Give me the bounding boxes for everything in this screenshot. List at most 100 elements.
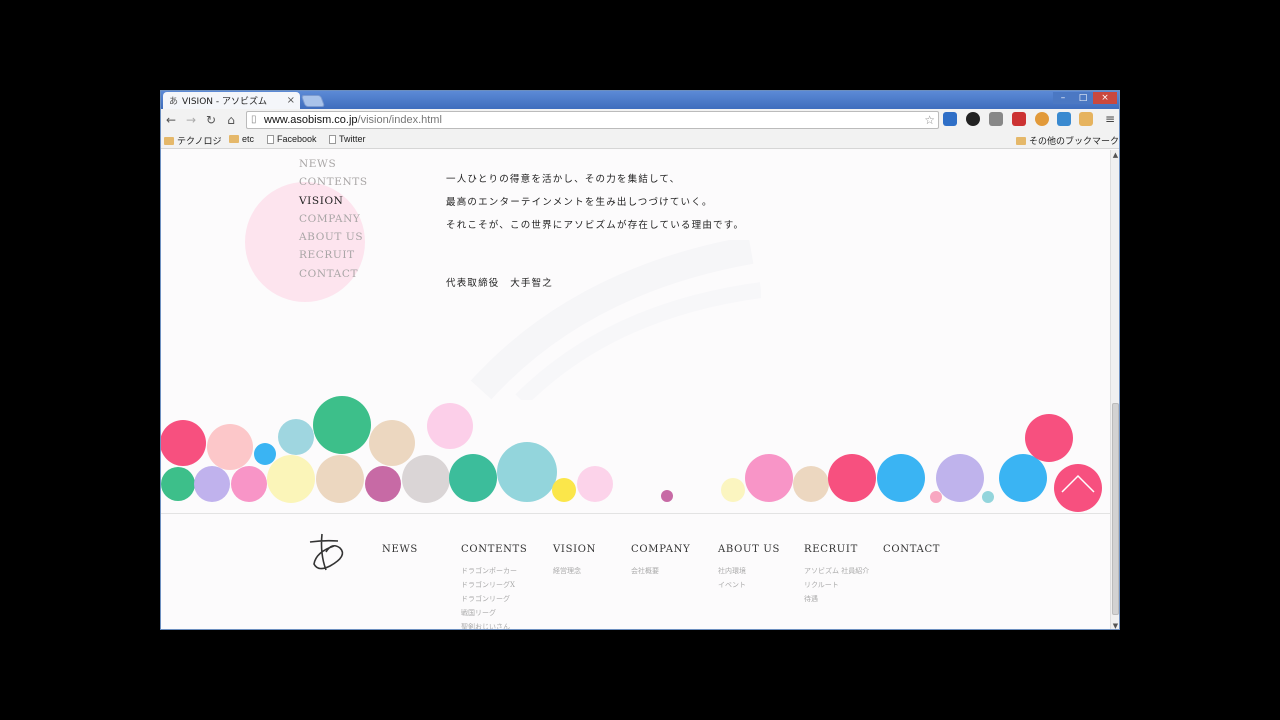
footer-link-about-us[interactable]: ABOUT US <box>718 544 780 566</box>
browser-window: あ VISION - アソビズム × – □ × ← → ↻ ⌂ ▯ www.a… <box>160 90 1120 630</box>
address-bar[interactable]: ▯ www.asobism.co.jp/vision/index.html ☆ <box>246 111 939 129</box>
scroll-down-arrow-icon[interactable]: ▼ <box>1111 622 1119 629</box>
new-tab-button[interactable] <box>300 95 326 107</box>
extension-puzzle-icon[interactable] <box>989 112 1003 126</box>
footer-sublink[interactable]: イベント <box>718 580 780 594</box>
extension-face-icon[interactable] <box>1035 112 1049 126</box>
extension-camera-icon[interactable] <box>966 112 980 126</box>
page-content: NEWS CONTENTS VISION COMPANY ABOUT US RE… <box>161 150 1110 629</box>
bubble <box>745 454 793 502</box>
browser-toolbar: ← → ↻ ⌂ ▯ www.asobism.co.jp/vision/index… <box>161 109 1119 131</box>
forward-icon[interactable]: → <box>181 113 201 127</box>
sidenav-item-recruit[interactable]: RECRUIT <box>299 246 368 264</box>
sidenav-item-news[interactable]: NEWS <box>299 155 368 173</box>
bubble <box>267 455 315 503</box>
page-icon <box>267 134 274 144</box>
bookmark-folder-technology[interactable]: テクノロジ <box>164 134 221 147</box>
bubble <box>427 403 473 449</box>
page-icon: ▯ <box>251 114 257 125</box>
scrollbar-thumb[interactable] <box>1112 403 1119 615</box>
site-favicon-icon: あ <box>169 97 179 107</box>
page-top-circle <box>1054 464 1102 512</box>
tab-title: VISION - アソビズム <box>182 97 267 107</box>
bubble <box>577 466 613 502</box>
footer-sublink[interactable]: 待遇 <box>804 594 869 608</box>
footer-column-company: COMPANY 会社概要 <box>631 544 690 580</box>
footer-link-news[interactable]: NEWS <box>382 544 418 566</box>
extension-chat-icon[interactable] <box>1012 112 1026 126</box>
back-icon[interactable]: ← <box>161 113 181 127</box>
minimize-button[interactable]: – <box>1053 92 1073 104</box>
bubble <box>999 454 1047 502</box>
sidenav-item-company[interactable]: COMPANY <box>299 210 368 228</box>
bubble <box>278 419 314 455</box>
sidenav-item-about-us[interactable]: ABOUT US <box>299 228 368 246</box>
bubble <box>207 424 253 470</box>
chrome-menu-icon[interactable]: ≡ <box>1105 112 1115 126</box>
bookmarks-bar: テクノロジ etc Facebook Twitter その他のブックマーク <box>161 131 1119 149</box>
footer-sublink[interactable]: 経営理念 <box>553 566 596 580</box>
sidenav-item-contents[interactable]: CONTENTS <box>299 173 368 191</box>
bookmark-label: テクノロジ <box>177 136 222 146</box>
footer-sublink[interactable]: 会社概要 <box>631 566 690 580</box>
footer-link-contents[interactable]: CONTENTS <box>461 544 527 566</box>
footer-column-vision: VISION 経営理念 <box>553 544 596 580</box>
footer-column-recruit: RECRUIT アソビズム 社員紹介 リクルート 待遇 <box>804 544 869 608</box>
bubble <box>661 490 673 502</box>
other-bookmarks[interactable]: その他のブックマーク <box>1016 134 1119 147</box>
bubble <box>721 478 745 502</box>
bookmark-twitter[interactable]: Twitter <box>329 134 366 144</box>
ceo-signature: 代表取締役 大手智之 <box>446 278 554 289</box>
bubble <box>365 466 401 502</box>
bubble <box>1025 414 1073 462</box>
bubble <box>828 454 876 502</box>
bubble <box>369 420 415 466</box>
footer-sublink[interactable]: 社内環境 <box>718 566 780 580</box>
browser-tab[interactable]: あ VISION - アソビズム × <box>163 92 300 109</box>
side-navigation: NEWS CONTENTS VISION COMPANY ABOUT US RE… <box>299 155 368 283</box>
footer-sublink[interactable]: ドラゴンリーグX <box>461 580 527 594</box>
bubble <box>449 454 497 502</box>
footer-link-contact[interactable]: CONTACT <box>883 544 940 566</box>
folder-icon <box>1016 136 1026 145</box>
extension-mail-icon[interactable] <box>943 112 957 126</box>
footer-sublink[interactable]: ドラゴンリーグ <box>461 594 527 608</box>
footer-sublink[interactable]: リクルート <box>804 580 869 594</box>
bubble <box>316 455 364 503</box>
footer-link-recruit[interactable]: RECRUIT <box>804 544 869 566</box>
close-window-button[interactable]: × <box>1093 92 1117 104</box>
page-top-button[interactable] <box>1054 464 1102 512</box>
extension-rss-icon[interactable] <box>1079 112 1093 126</box>
bookmark-folder-etc[interactable]: etc <box>229 134 254 144</box>
footer-sublink[interactable]: 聖剣おじいさん <box>461 622 527 629</box>
tab-close-icon[interactable]: × <box>287 95 295 106</box>
bubble <box>161 467 195 501</box>
message-line: 一人ひとりの得意を活かし、その力を集結して、 <box>446 174 681 185</box>
bookmark-label: Twitter <box>339 134 366 144</box>
other-bookmarks-label: その他のブックマーク <box>1029 136 1120 146</box>
footer-column-contents: CONTENTS ドラゴンポーカー ドラゴンリーグX ドラゴンリーグ 戦国リーグ… <box>461 544 527 629</box>
folder-icon <box>164 136 174 145</box>
footer-column-contact: CONTACT <box>883 544 940 566</box>
scroll-up-arrow-icon[interactable]: ▲ <box>1111 151 1119 159</box>
sidenav-item-vision[interactable]: VISION <box>299 192 368 210</box>
footer-sublink[interactable]: アソビズム 社員紹介 <box>804 566 869 580</box>
message-line: 最高のエンターテインメントを生み出しつづけていく。 <box>446 197 713 208</box>
reload-icon[interactable]: ↻ <box>201 113 221 127</box>
asobism-logo[interactable] <box>304 532 352 574</box>
bubble <box>930 491 942 503</box>
footer-sublink[interactable]: 戦国リーグ <box>461 608 527 622</box>
home-icon[interactable]: ⌂ <box>221 113 241 127</box>
folder-icon <box>229 135 239 143</box>
footer-sublink[interactable]: ドラゴンポーカー <box>461 566 527 580</box>
bookmark-facebook[interactable]: Facebook <box>267 134 317 144</box>
footer-link-vision[interactable]: VISION <box>553 544 596 566</box>
page-icon <box>329 134 336 144</box>
vertical-scrollbar[interactable]: ▲ ▼ <box>1110 150 1119 629</box>
sidenav-item-contact[interactable]: CONTACT <box>299 265 368 283</box>
footer-link-company[interactable]: COMPANY <box>631 544 690 566</box>
extension-translate-icon[interactable] <box>1057 112 1071 126</box>
maximize-button[interactable]: □ <box>1073 92 1093 104</box>
bookmark-star-icon[interactable]: ☆ <box>924 112 935 128</box>
bubble <box>793 466 829 502</box>
